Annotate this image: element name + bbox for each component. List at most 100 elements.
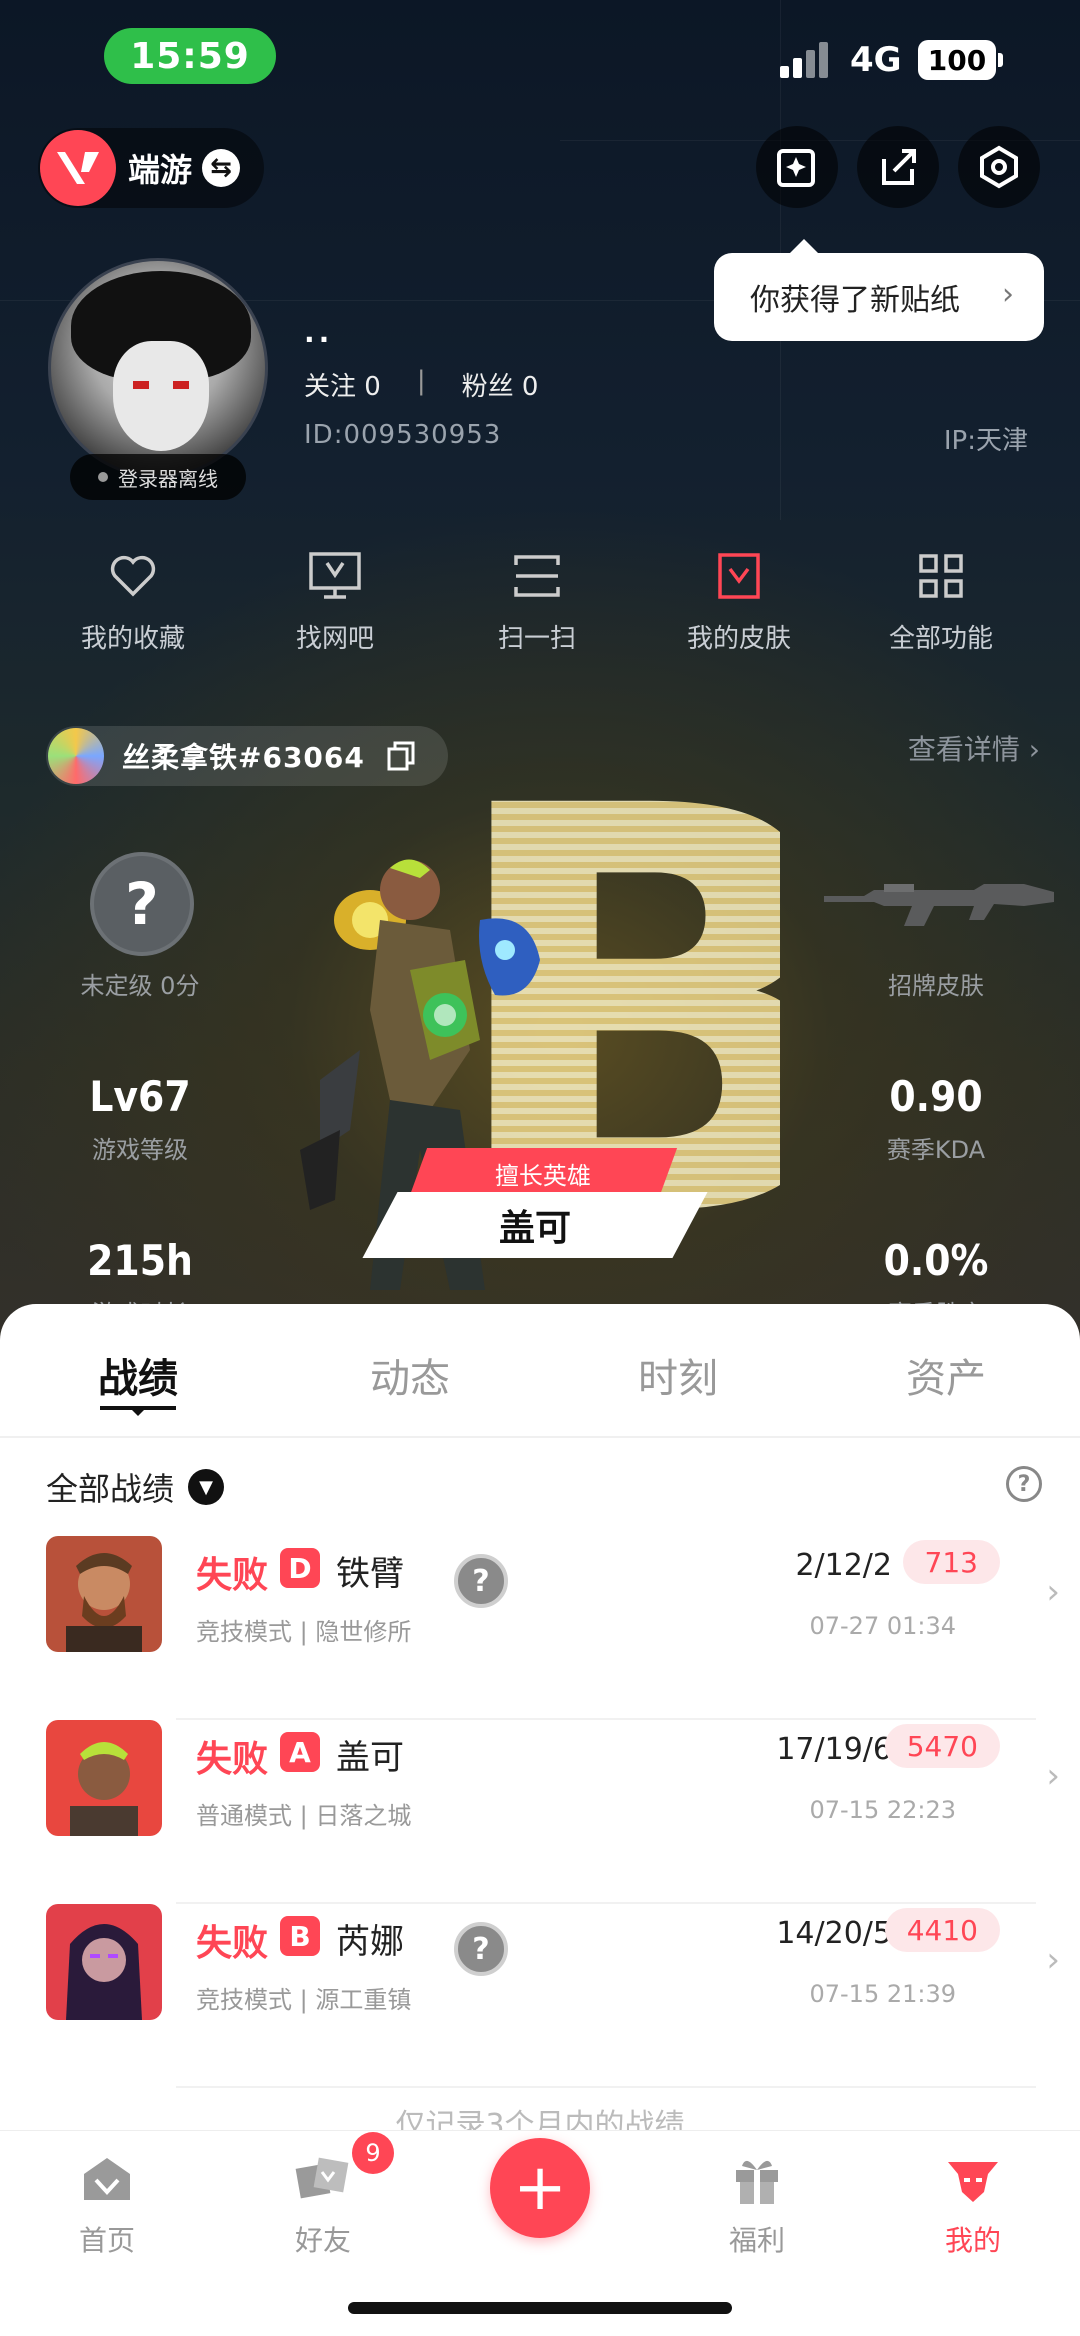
match-score: 713	[902, 1540, 1000, 1584]
agent-avatar	[46, 1536, 162, 1652]
home-indicator	[348, 2302, 732, 2314]
match-mode: 竞技模式 | 隐世修所	[196, 1618, 412, 1646]
weapon-skin-image[interactable]	[824, 870, 1054, 930]
level-value: Lv67	[89, 1072, 191, 1121]
gift-icon	[682, 2147, 832, 2211]
match-row[interactable]: 失败 B 芮娜 ? 竞技模式 | 源工重镇 14/20/5 4410 07-15…	[0, 1904, 1080, 2088]
avatar[interactable]	[48, 258, 268, 478]
agent-avatar	[46, 1904, 162, 2020]
share-icon	[882, 149, 916, 185]
help-icon[interactable]: ?	[1006, 1466, 1042, 1502]
playtime-value: 215h	[87, 1236, 193, 1285]
tab-records[interactable]: 战绩	[58, 1346, 218, 1404]
nav-label: 我的	[944, 2224, 1001, 2257]
skin-icon	[664, 548, 814, 604]
match-grade-badge: D	[280, 1548, 320, 1588]
settings-button[interactable]	[958, 126, 1040, 208]
app-switcher[interactable]: 端游 ⇆	[38, 128, 264, 208]
chevron-down-icon: ▼	[188, 1469, 225, 1505]
login-status-text: 登录器离线	[118, 466, 218, 491]
unranked-icon[interactable]: ?	[90, 852, 194, 956]
action-label: 我的收藏	[80, 624, 185, 654]
nav-label: 好友	[294, 2224, 351, 2257]
tab-indicator	[100, 1406, 176, 1416]
fans-count[interactable]: 粉丝 0	[462, 366, 539, 403]
favorite-hero-name: 盖可	[498, 1208, 571, 1249]
chevron-right-icon: ›	[1046, 1756, 1060, 1796]
match-row[interactable]: 失败 D 铁臂 ? 竞技模式 | 隐世修所 2/12/2 713 07-27 0…	[0, 1536, 1080, 1720]
tab-activity[interactable]: 动态	[330, 1346, 490, 1404]
action-favorites[interactable]: 我的收藏	[58, 548, 208, 655]
rank-label: 未定级 0分	[80, 972, 200, 1000]
follow-count[interactable]: 关注 0	[304, 366, 381, 403]
follow-stats[interactable]: 关注 0 | 粉丝 0	[304, 366, 538, 403]
hero-tag-text: 擅长英雄	[495, 1161, 591, 1190]
status-time: 15:59	[104, 28, 276, 84]
match-row[interactable]: 失败 A 盖可 普通模式 | 日落之城 17/19/6 5470 07-15 2…	[0, 1720, 1080, 1904]
match-score: 5470	[884, 1724, 1000, 1768]
gear-icon	[980, 145, 1018, 189]
match-score: 4410	[884, 1908, 1000, 1952]
game-account-name: 丝柔拿铁#63064	[122, 741, 365, 774]
action-label: 扫一扫	[497, 624, 576, 654]
copy-icon[interactable]	[385, 740, 417, 772]
heart-icon	[58, 548, 208, 604]
plus-icon[interactable]: +	[490, 2138, 590, 2238]
match-mode: 普通模式 | 日落之城	[196, 1802, 412, 1830]
agent-name: 铁臂	[336, 1554, 404, 1594]
tab-moments[interactable]: 时刻	[598, 1346, 758, 1404]
tab-assets[interactable]: 资产	[866, 1346, 1026, 1404]
action-scan[interactable]: 扫一扫	[462, 548, 612, 655]
sticker-tooltip[interactable]: 你获得了新贴纸 ›	[714, 239, 1044, 341]
kda-label: 赛季KDA	[886, 1136, 986, 1164]
action-my-skins[interactable]: 我的皮肤	[664, 548, 814, 655]
scan-icon	[462, 548, 612, 604]
login-status-badge: 登录器离线	[70, 454, 246, 500]
match-result: 失败	[196, 1923, 269, 1964]
level-label: 游戏等级	[92, 1136, 188, 1164]
match-mode: 竞技模式 | 源工重镇	[196, 1986, 412, 2014]
help-icon[interactable]: ?	[454, 1554, 508, 1608]
hero-tag: 擅长英雄	[408, 1148, 678, 1198]
tooltip-text: 你获得了新贴纸	[750, 283, 960, 318]
game-account-chip[interactable]: 丝柔拿铁#63064	[46, 726, 448, 786]
app-name: 端游	[128, 151, 193, 189]
nav-home[interactable]: 首页	[32, 2147, 182, 2259]
nav-label: 首页	[78, 2224, 135, 2257]
help-icon[interactable]: ?	[454, 1922, 508, 1976]
profile-icon	[898, 2147, 1048, 2211]
grid-icon	[866, 548, 1016, 604]
chevron-right-icon: ›	[1046, 1572, 1060, 1612]
action-label: 全部功能	[888, 624, 993, 654]
agent-avatar	[46, 1720, 162, 1836]
records-filter[interactable]: 全部战绩 ▼	[46, 1464, 225, 1510]
friends-badge: 9	[352, 2132, 394, 2174]
sticker-icon	[777, 149, 815, 187]
action-all-features[interactable]: 全部功能	[866, 548, 1016, 655]
match-kda: 2/12/2	[795, 1548, 892, 1583]
valorant-logo-icon	[40, 130, 116, 206]
battery-icon: 100	[918, 40, 1003, 80]
chevron-right-icon: ›	[1046, 1940, 1060, 1980]
weapon-label: 招牌皮肤	[888, 972, 984, 1000]
match-date: 07-15 21:39	[809, 1980, 956, 2008]
match-result: 失败	[196, 1739, 269, 1780]
view-details-link[interactable]: 查看详情 ›	[908, 728, 1040, 768]
match-date: 07-27 01:34	[809, 1612, 956, 1640]
agent-name: 盖可	[336, 1738, 404, 1778]
switch-icon: ⇆	[202, 149, 241, 187]
chevron-right-icon: ›	[1002, 277, 1014, 312]
sticker-button[interactable]	[756, 126, 838, 208]
nav-profile[interactable]: 我的	[898, 2147, 1048, 2259]
filter-label: 全部战绩	[46, 1470, 175, 1508]
nav-rewards[interactable]: 福利	[682, 2147, 832, 2259]
monitor-icon	[260, 548, 410, 604]
nickname: ..	[304, 316, 334, 349]
winrate-value: 0.0%	[883, 1236, 989, 1285]
action-find-netcafe[interactable]: 找网吧	[260, 548, 410, 655]
agent-name: 芮娜	[336, 1922, 404, 1962]
home-icon	[32, 2147, 182, 2211]
share-button[interactable]	[857, 126, 939, 208]
favorite-hero-bar[interactable]: 盖可	[362, 1192, 708, 1258]
details-label: 查看详情	[907, 733, 1020, 766]
